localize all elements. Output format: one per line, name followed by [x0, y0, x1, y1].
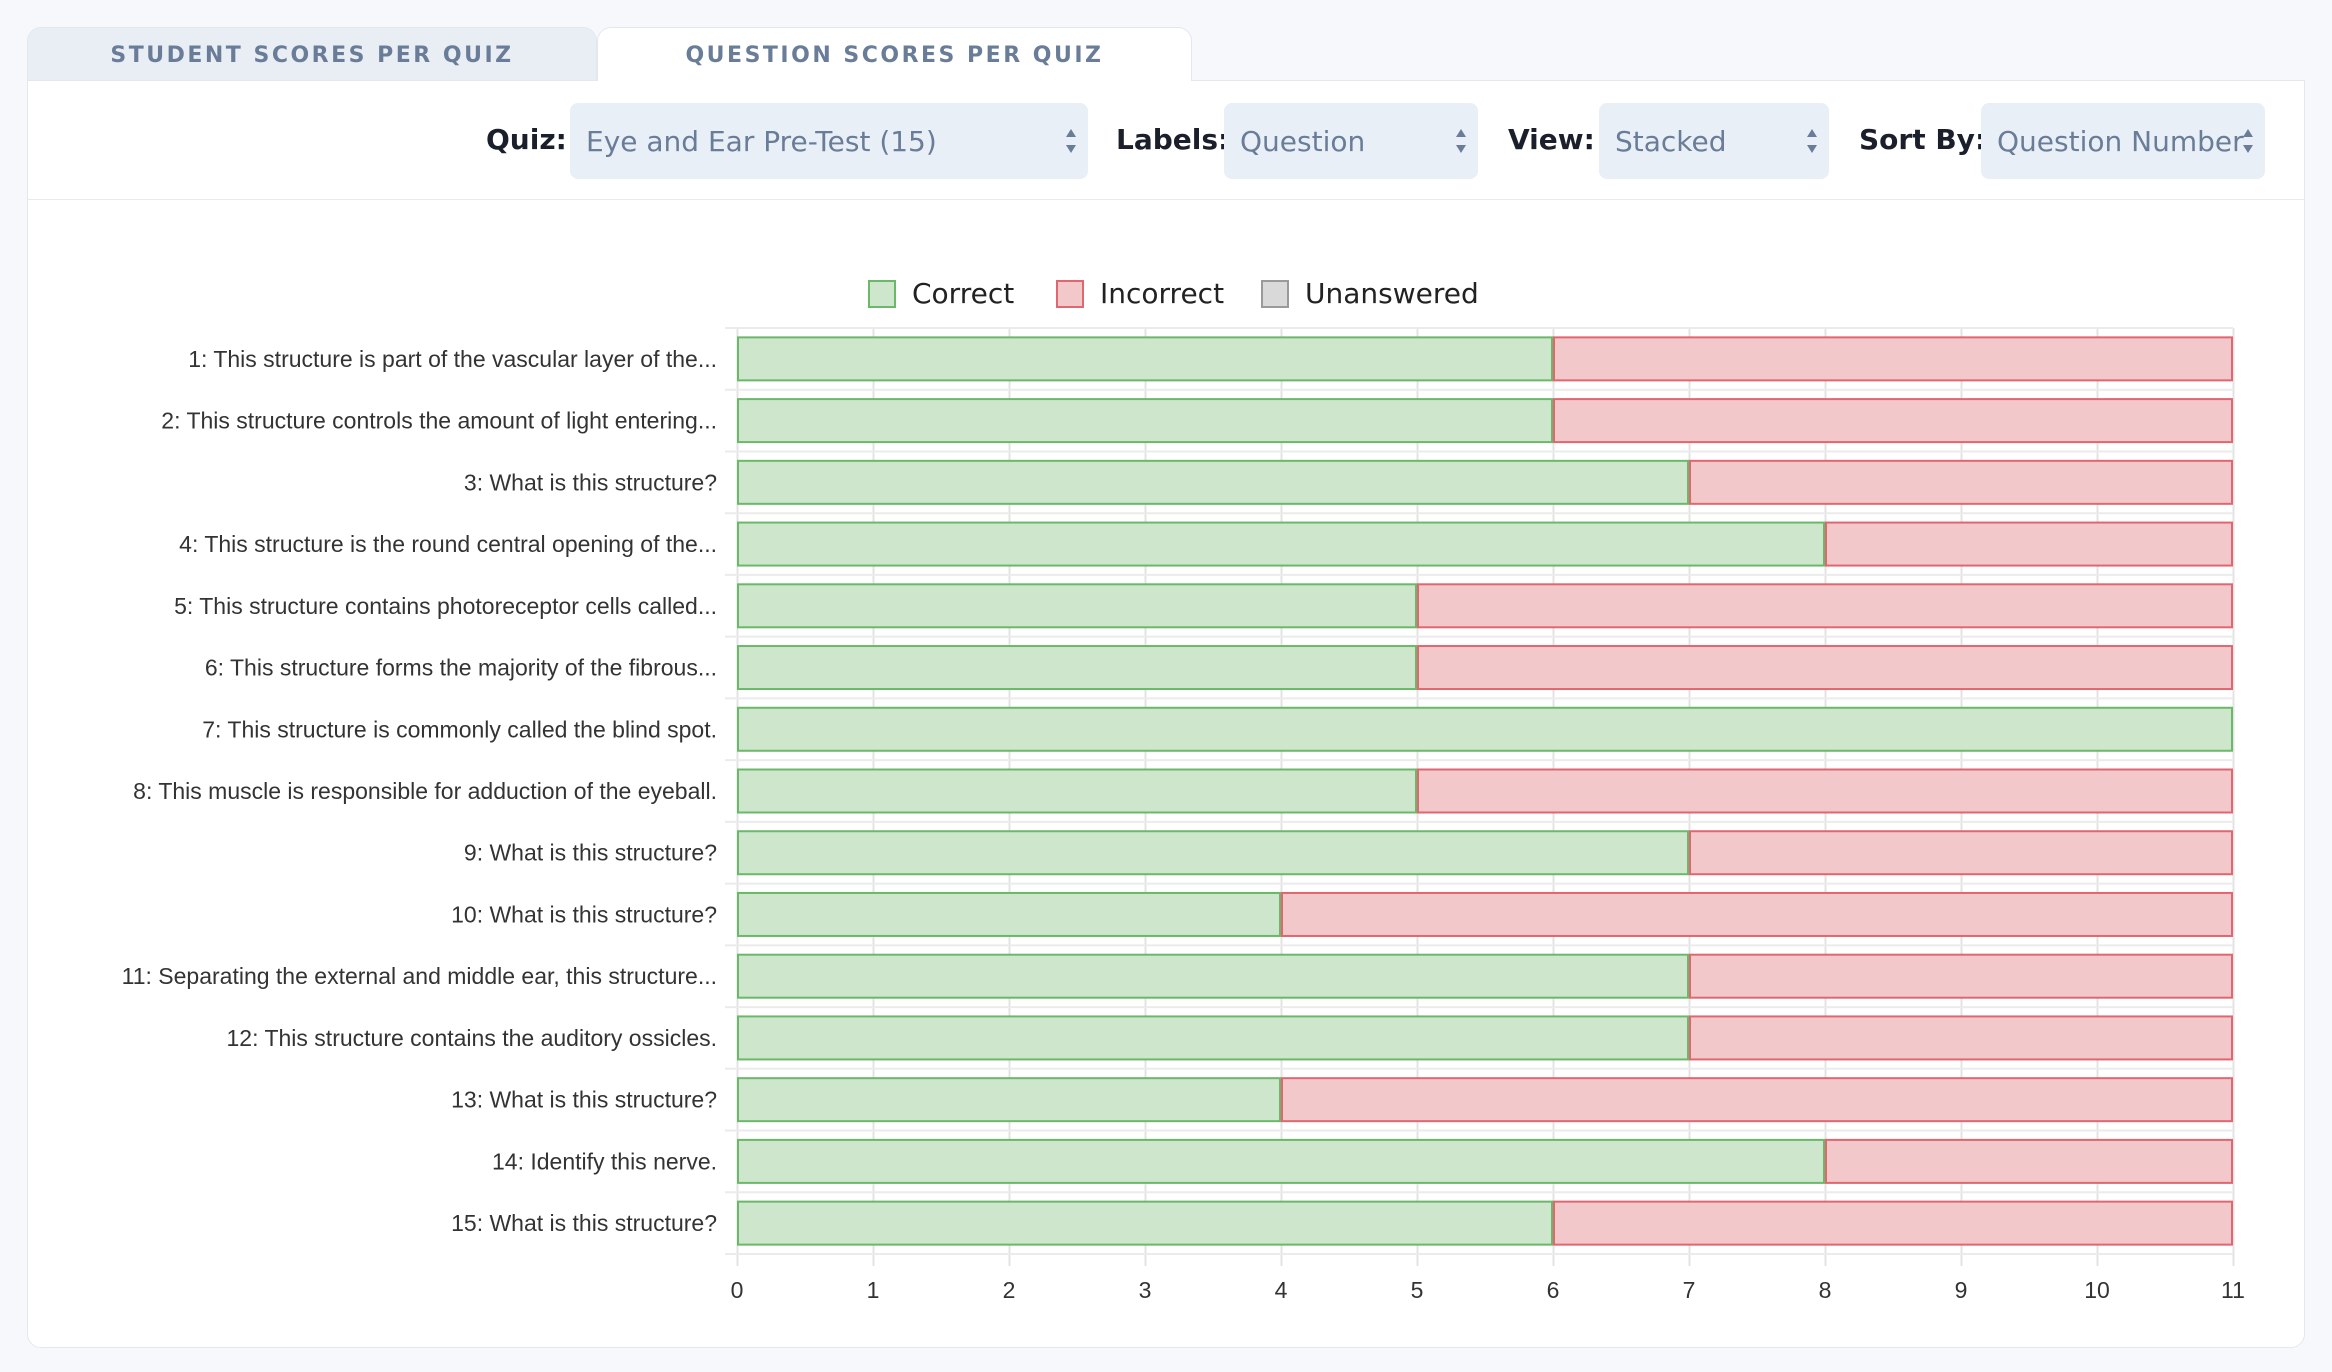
x-tick-label: 9	[1955, 1277, 1968, 1303]
bar-correct	[737, 1015, 1689, 1061]
bar-correct	[737, 459, 1689, 505]
x-tick-label: 10	[2084, 1277, 2110, 1303]
bar-correct	[737, 1077, 1281, 1123]
x-tick-label: 2	[1003, 1277, 1016, 1303]
bar-correct	[737, 1138, 1825, 1184]
bar-correct	[737, 953, 1689, 999]
category-label: 3: What is this structure?	[464, 469, 717, 495]
category-label: 13: What is this structure?	[451, 1087, 717, 1113]
bar-incorrect	[1689, 459, 2233, 505]
x-tick-label: 6	[1547, 1277, 1560, 1303]
x-tick-label: 1	[867, 1277, 880, 1303]
bar-incorrect	[1689, 830, 2233, 876]
x-tick-label: 11	[2221, 1277, 2245, 1303]
question-scores-chart: 1: This structure is part of the vascula…	[122, 327, 2245, 1303]
category-label: 7: This structure is commonly called the…	[202, 716, 717, 742]
bar-correct	[737, 398, 1553, 444]
category-label: 14: Identify this nerve.	[492, 1148, 717, 1174]
bar-incorrect	[1553, 336, 2233, 382]
x-tick-label: 4	[1275, 1277, 1288, 1303]
bar-correct	[737, 521, 1825, 567]
bar-incorrect	[1417, 645, 2233, 691]
x-tick-label: 0	[731, 1277, 744, 1303]
bar-incorrect	[1417, 768, 2233, 814]
x-tick-label: 3	[1139, 1277, 1152, 1303]
bar-incorrect	[1553, 398, 2233, 444]
bar-correct	[737, 583, 1417, 629]
category-label: 11: Separating the external and middle e…	[122, 963, 717, 989]
bar-correct	[737, 891, 1281, 937]
category-label: 15: What is this structure?	[451, 1210, 717, 1236]
bar-incorrect	[1553, 1200, 2233, 1246]
x-tick-label: 8	[1819, 1277, 1832, 1303]
x-tick-label: 7	[1683, 1277, 1696, 1303]
tab-student-scores[interactable]: STUDENT SCORES PER QUIZ	[27, 27, 597, 81]
tab-bar: STUDENT SCORES PER QUIZ QUESTION SCORES …	[27, 27, 2305, 81]
category-label: 5: This structure contains photoreceptor…	[174, 593, 717, 619]
x-tick-label: 5	[1411, 1277, 1424, 1303]
bar-correct	[737, 1200, 1553, 1246]
category-label: 8: This muscle is responsible for adduct…	[133, 778, 717, 804]
category-label: 6: This structure forms the majority of …	[205, 655, 717, 681]
category-label: 12: This structure contains the auditory…	[227, 1025, 717, 1051]
bar-incorrect	[1281, 891, 2233, 937]
bar-correct	[737, 768, 1417, 814]
chart-panel: Quiz: Eye and Ear Pre-Test (15) Labels: …	[27, 80, 2305, 1348]
category-label: 9: What is this structure?	[464, 840, 717, 866]
bar-correct	[737, 645, 1417, 691]
bar-correct	[737, 336, 1553, 382]
bar-incorrect	[1281, 1077, 2233, 1123]
bar-incorrect	[1825, 1138, 2233, 1184]
bar-incorrect	[1689, 953, 2233, 999]
bar-correct	[737, 830, 1689, 876]
bar-incorrect	[1825, 521, 2233, 567]
bar-correct	[737, 706, 2233, 752]
bar-incorrect	[1689, 1015, 2233, 1061]
tab-question-scores[interactable]: QUESTION SCORES PER QUIZ	[597, 27, 1192, 81]
category-label: 2: This structure controls the amount of…	[161, 408, 717, 434]
category-label: 1: This structure is part of the vascula…	[188, 346, 717, 372]
category-label: 4: This structure is the round central o…	[179, 531, 717, 557]
bar-incorrect	[1417, 583, 2233, 629]
category-label: 10: What is this structure?	[451, 901, 717, 927]
